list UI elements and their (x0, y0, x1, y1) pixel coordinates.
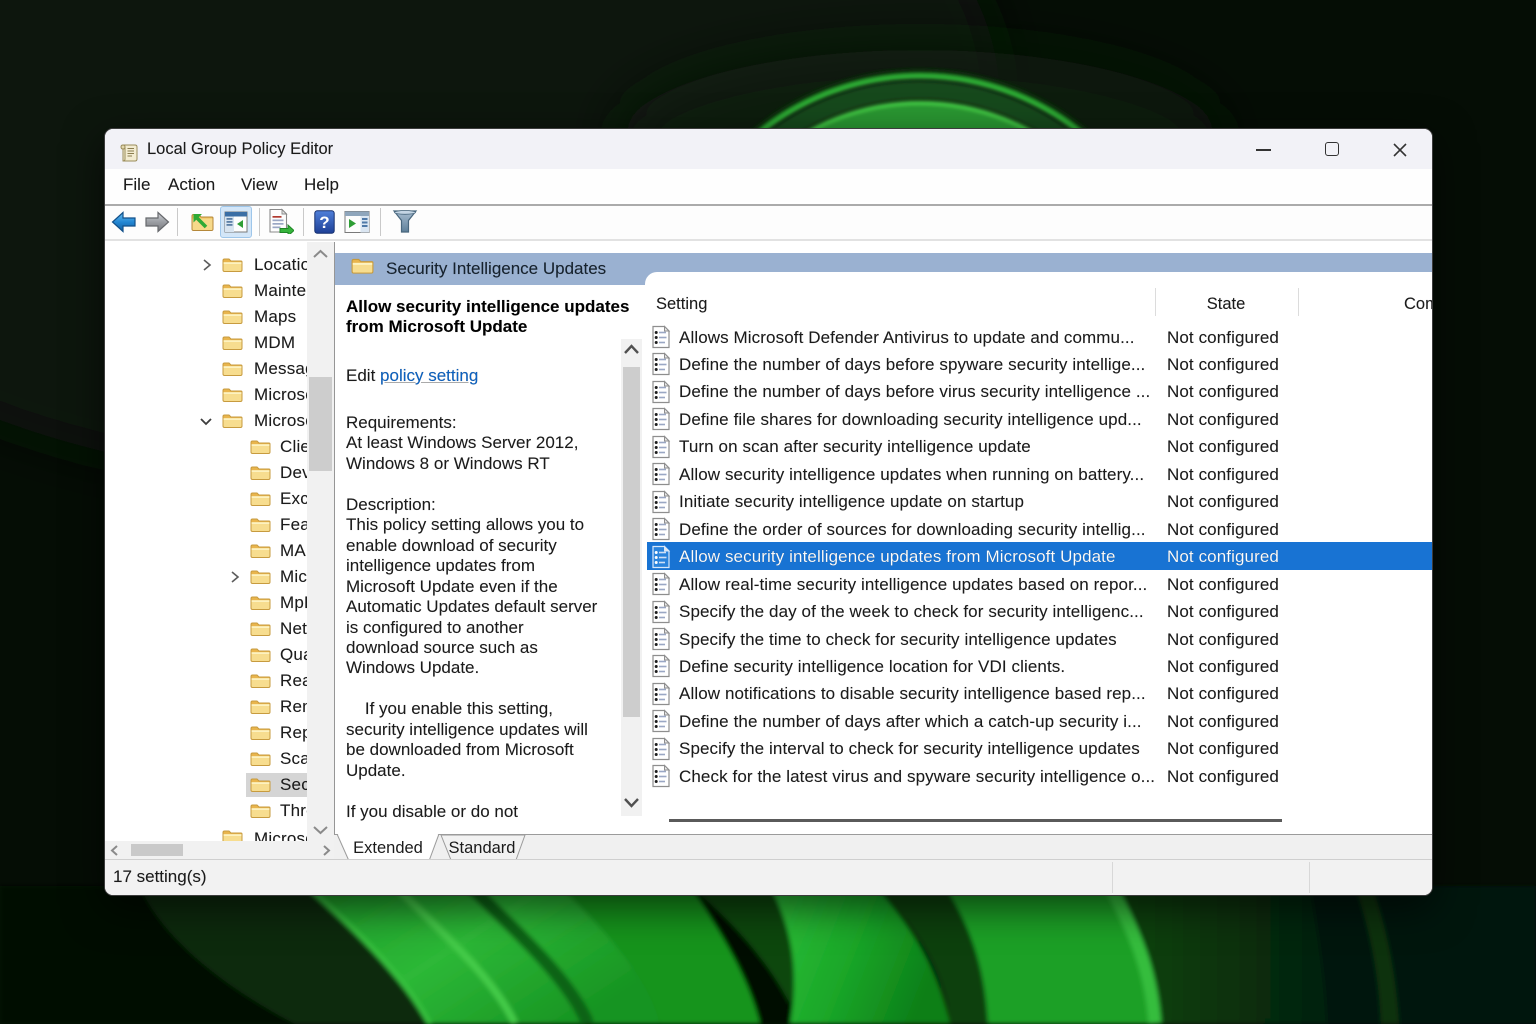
svg-text:Standard: Standard (449, 839, 516, 857)
svg-text:Extended: Extended (353, 839, 423, 857)
svg-text:?: ? (319, 213, 329, 232)
